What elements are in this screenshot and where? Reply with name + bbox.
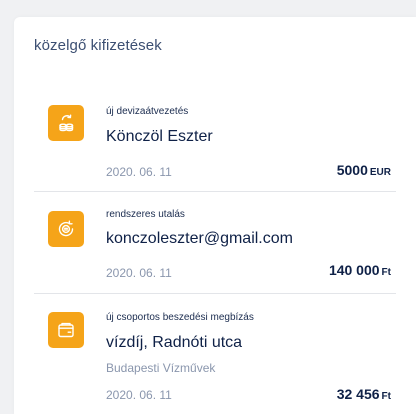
payment-item-currency-transfer[interactable]: új devizaátvezetés Könczöl Eszter 2020. … [34,87,394,191]
payment-amount: 32 456 Ft [337,386,391,402]
amount-currency: EUR [369,167,391,178]
payment-date: 2020. 06. 11 [106,266,172,280]
payee-name: Budapesti Vízművek [106,361,216,375]
payee-name: Könczöl Eszter [106,128,213,145]
wallet-icon [48,312,84,348]
amount-value: 140 000 [328,262,380,278]
payee-email: konczoleszter@gmail.com [106,230,293,247]
payment-date: 2020. 06. 11 [106,165,172,179]
section-title: közelgő kifizetések [34,37,162,54]
payment-amount: 5000 EUR [337,162,391,178]
payment-item-recurring-transfer[interactable]: rendszeres utalás konczoleszter@gmail.co… [34,192,394,293]
recurring-coin-icon [48,211,84,247]
payment-type-label: új devizaátvezetés [106,106,189,117]
upcoming-payments-card: közelgő kifizetések új devizaátvezetés K… [14,17,416,414]
payment-item-direct-debit[interactable]: új csoportos beszedési megbízás vízdíj, … [34,294,394,414]
payment-title: vízdíj, Radnóti utca [106,334,243,351]
amount-value: 32 456 [336,386,380,402]
amount-value: 5000 [336,162,368,178]
amount-currency: Ft [381,267,391,278]
coins-exchange-icon [48,105,84,141]
payment-date: 2020. 06. 11 [106,388,172,402]
payment-amount: 140 000 Ft [329,262,391,278]
payment-type-label: új csoportos beszedési megbízás [106,312,254,323]
amount-currency: Ft [381,391,391,402]
payment-type-label: rendszeres utalás [106,209,185,220]
